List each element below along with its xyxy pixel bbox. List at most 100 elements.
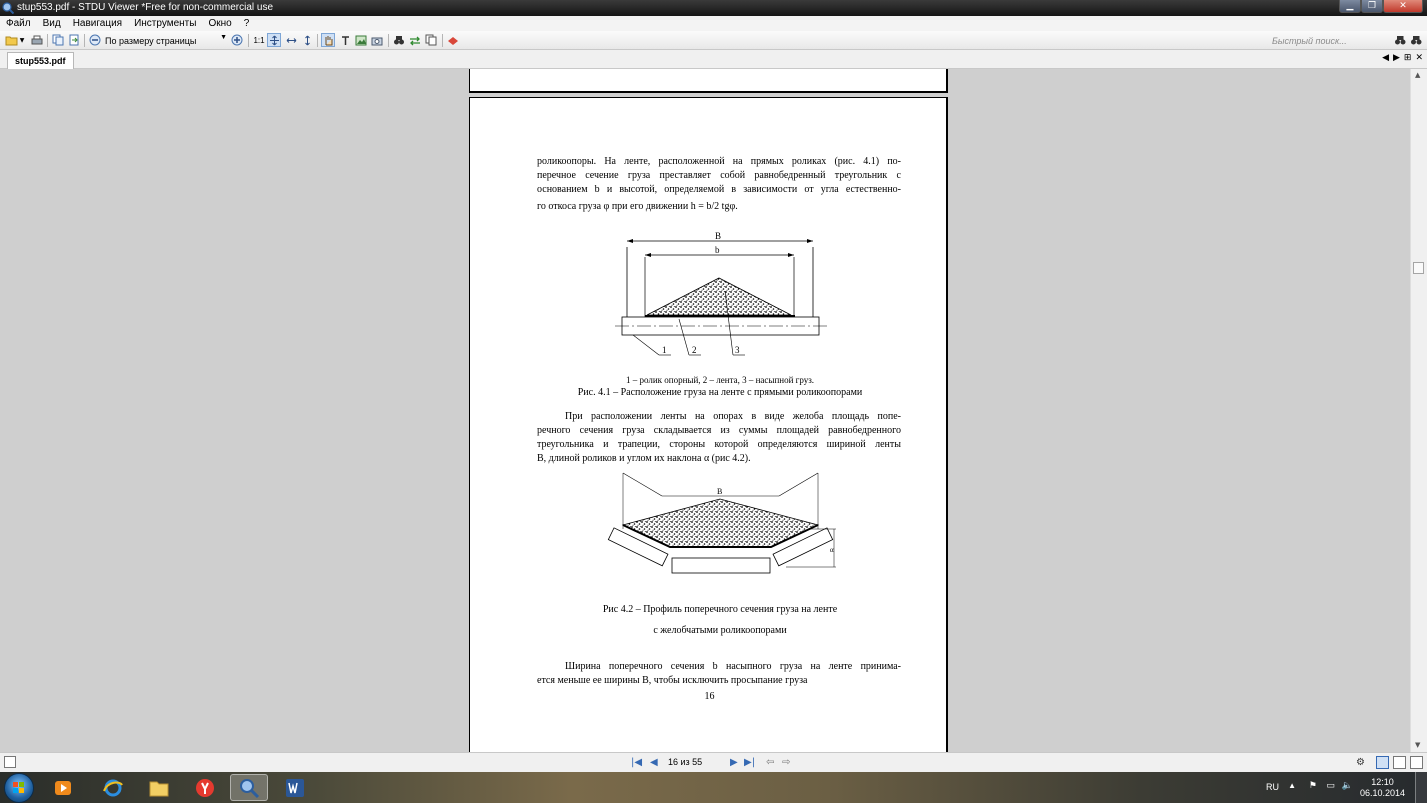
tab-close-icon[interactable]: ✕ [1415,53,1423,63]
restore-icon: ❐ [1367,1,1377,11]
tray-expand-icon[interactable]: ▲ [1288,781,1296,790]
start-button[interactable] [4,773,34,803]
open-folder-icon[interactable] [4,33,18,47]
text-line: Ширина поперечного сечения b насыпного г… [565,661,901,672]
page-navigation-bar: |◀ ◀ 16 из 55 ▶ ▶| ⇦ ⇨ ⚙ [0,752,1427,772]
actual-size-button[interactable]: 1:1 [251,33,267,47]
tab-scroll-left-icon[interactable]: ◀ [1382,53,1389,63]
callout-2: 2 [692,345,697,355]
media-player-task[interactable] [44,774,82,801]
open-dropdown-icon[interactable]: ▼ [18,33,26,47]
search-prev-icon[interactable] [1393,33,1407,47]
text-line: B, длиной роликов и углом их наклона α (… [537,453,751,464]
menu-tools[interactable]: Инструменты [128,18,202,29]
search-next-icon[interactable] [1409,33,1423,47]
text-line: го откоса груза φ при его движении h = b… [537,201,738,212]
zoom-out-icon[interactable] [88,33,102,47]
quick-search-input[interactable] [1270,34,1388,47]
print-icon[interactable] [30,33,44,47]
tab-scroll-right-icon[interactable]: ▶ [1393,53,1400,63]
two-page-view-icon[interactable] [1393,756,1406,769]
settings-gear-icon[interactable]: ⚙ [1356,757,1365,768]
scroll-thumb[interactable] [1413,262,1424,274]
internet-explorer-task[interactable] [94,774,132,801]
first-page-icon[interactable]: |◀ [631,757,642,768]
menu-view[interactable]: Вид [37,18,67,29]
menu-window[interactable]: Окно [202,18,237,29]
find-icon[interactable] [392,33,406,47]
last-page-icon[interactable]: ▶| [744,757,755,768]
scroll-down-icon[interactable]: ▼ [1415,741,1420,749]
multi-page-view-icon[interactable] [1410,756,1423,769]
copy-page-icon[interactable] [51,33,65,47]
action-center-flag-icon[interactable]: ⚑ [1309,780,1317,791]
dimension-label-B: B [717,487,722,496]
hand-tool-icon[interactable] [321,33,335,47]
figure-4-1-straight-rollers: B b 1 2 3 [615,231,827,356]
snapshot-icon[interactable] [370,33,384,47]
yandex-browser-icon [196,778,214,797]
body-paragraph-2: При расположении ленты на опорах в виде … [537,410,901,466]
close-button[interactable]: ✕ [1383,0,1423,13]
single-page-view-icon[interactable] [1376,756,1389,769]
intro-paragraph: роликоопоры. На ленте, расположенной на … [537,155,901,214]
export-icon[interactable] [67,33,81,47]
figure-4-2-caption-line2: с желобчатыми роликоопорами [653,625,787,636]
vertical-scrollbar[interactable]: ▲ ▼ [1410,69,1427,752]
scroll-up-icon[interactable]: ▲ [1415,71,1420,79]
previous-page-bottom [469,69,948,93]
pdf-page: роликоопоры. На ленте, расположенной на … [469,97,948,752]
ms-word-icon [286,778,304,797]
image-select-icon[interactable] [354,33,368,47]
close-icon: ✕ [1399,1,1407,11]
fit-height-icon[interactable] [300,33,314,47]
document-view[interactable]: роликоопоры. На ленте, расположенной на … [0,69,1410,752]
file-explorer-task[interactable] [140,774,178,801]
page-counter[interactable]: 16 из 55 [668,757,702,767]
dimension-label-b: b [715,245,720,255]
clock[interactable]: 12:10 06.10.2014 [1360,777,1405,799]
minimize-button[interactable]: ▁ [1339,0,1361,13]
text-line: основанием b и высотой, определяемой в з… [537,184,901,195]
tab-stup553[interactable]: stup553.pdf [7,52,74,69]
menu-help[interactable]: ? [238,18,256,29]
volume-icon[interactable]: 🔈 [1342,780,1353,791]
menu-file[interactable]: Файл [0,18,37,29]
title-bar: stup553.pdf - STDU Viewer *Free for non-… [0,0,1427,16]
pages-icon[interactable] [424,33,438,47]
menu-navigation[interactable]: Навигация [67,18,128,29]
history-back-icon[interactable]: ⇦ [766,757,774,768]
callout-3: 3 [735,345,740,355]
text-select-icon[interactable] [338,33,352,47]
text-line: треугольника и трапеции, стороны которой… [537,439,901,450]
angle-label-alpha: α [830,546,834,554]
history-forward-icon[interactable]: ⇨ [782,757,790,768]
menu-bar: Файл Вид Навигация Инструменты Окно ? [0,16,1427,31]
text-line: ется меньше ее ширины B, чтобы исключить… [537,675,808,686]
show-desktop-button[interactable] [1415,772,1427,803]
bookmark-icon[interactable] [446,33,460,47]
zoom-select-value: По размеру страницы [105,35,197,46]
yandex-browser-task[interactable] [186,774,224,801]
tab-list-icon[interactable]: ⊞ [1404,53,1412,63]
next-page-icon[interactable]: ▶ [730,757,738,768]
clock-date: 06.10.2014 [1359,788,1405,798]
sidebar-toggle-icon[interactable] [4,756,16,768]
body-paragraph-3: Ширина поперечного сечения b насыпного г… [537,660,901,688]
prev-page-icon[interactable]: ◀ [650,757,658,768]
callout-1: 1 [662,345,667,355]
windows-logo-icon [13,782,24,793]
language-indicator[interactable]: RU [1266,782,1279,792]
document-tabs: stup553.pdf ◀ ▶ ⊞ ✕ [0,50,1427,69]
figure-4-1-caption: Рис. 4.1 – Расположение груза на ленте с… [577,387,863,398]
zoom-select[interactable]: По размеру страницы ▼ [105,34,229,47]
fit-page-icon[interactable] [267,33,281,47]
word-task[interactable] [276,774,314,801]
maximize-button[interactable]: ❐ [1361,0,1383,13]
stdu-viewer-window: stup553.pdf - STDU Viewer *Free for non-… [0,0,1427,803]
swap-icon[interactable] [408,33,422,47]
zoom-in-icon[interactable] [230,33,244,47]
fit-width-icon[interactable] [284,33,298,47]
stdu-viewer-task[interactable] [230,774,268,801]
network-icon[interactable]: ▭ [1326,780,1335,791]
